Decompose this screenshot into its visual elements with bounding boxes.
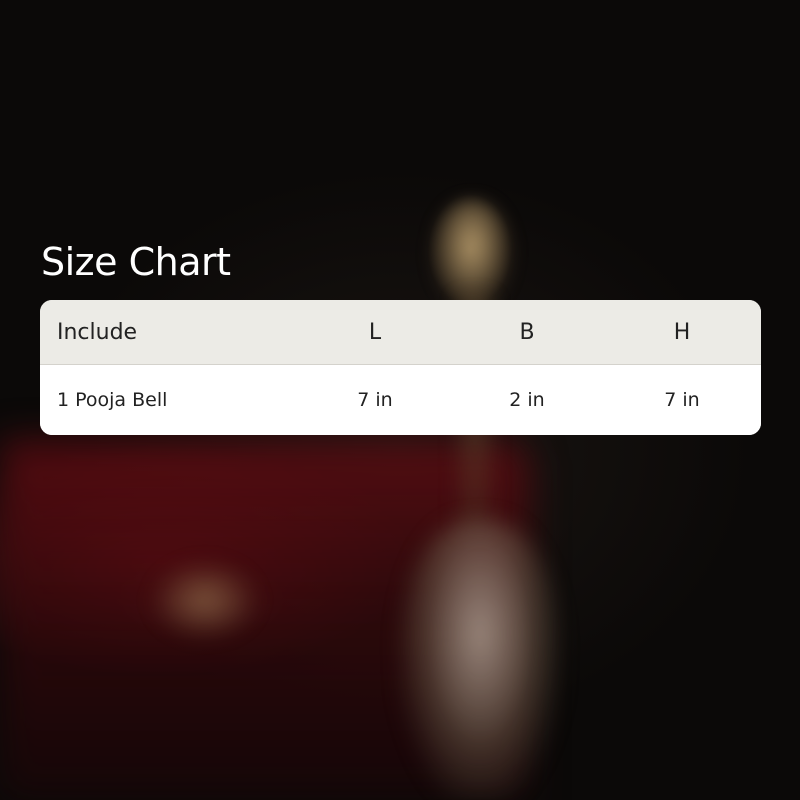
header-height: H xyxy=(673,319,691,345)
header-breadth: B xyxy=(519,319,535,345)
page-title: Size Chart xyxy=(41,240,231,284)
cell-breadth: 2 in xyxy=(509,389,545,411)
cell-height: 7 in xyxy=(664,389,700,411)
table-row: 1 Pooja Bell 7 in 2 in 7 in xyxy=(40,365,761,435)
size-chart-table: Include L B H 1 Pooja Bell 7 in 2 in 7 i… xyxy=(40,300,761,435)
table-header-row: Include L B H xyxy=(40,300,761,365)
cell-length: 7 in xyxy=(357,389,393,411)
gold-emblem xyxy=(150,560,260,640)
product-background-photo: Size Chart Include L B H 1 Pooja Bell 7 … xyxy=(0,0,800,800)
bell-handle xyxy=(432,200,512,310)
cell-item: 1 Pooja Bell xyxy=(57,389,168,411)
header-include: Include xyxy=(57,319,138,345)
bell-body xyxy=(400,520,560,800)
header-length: L xyxy=(368,319,382,345)
